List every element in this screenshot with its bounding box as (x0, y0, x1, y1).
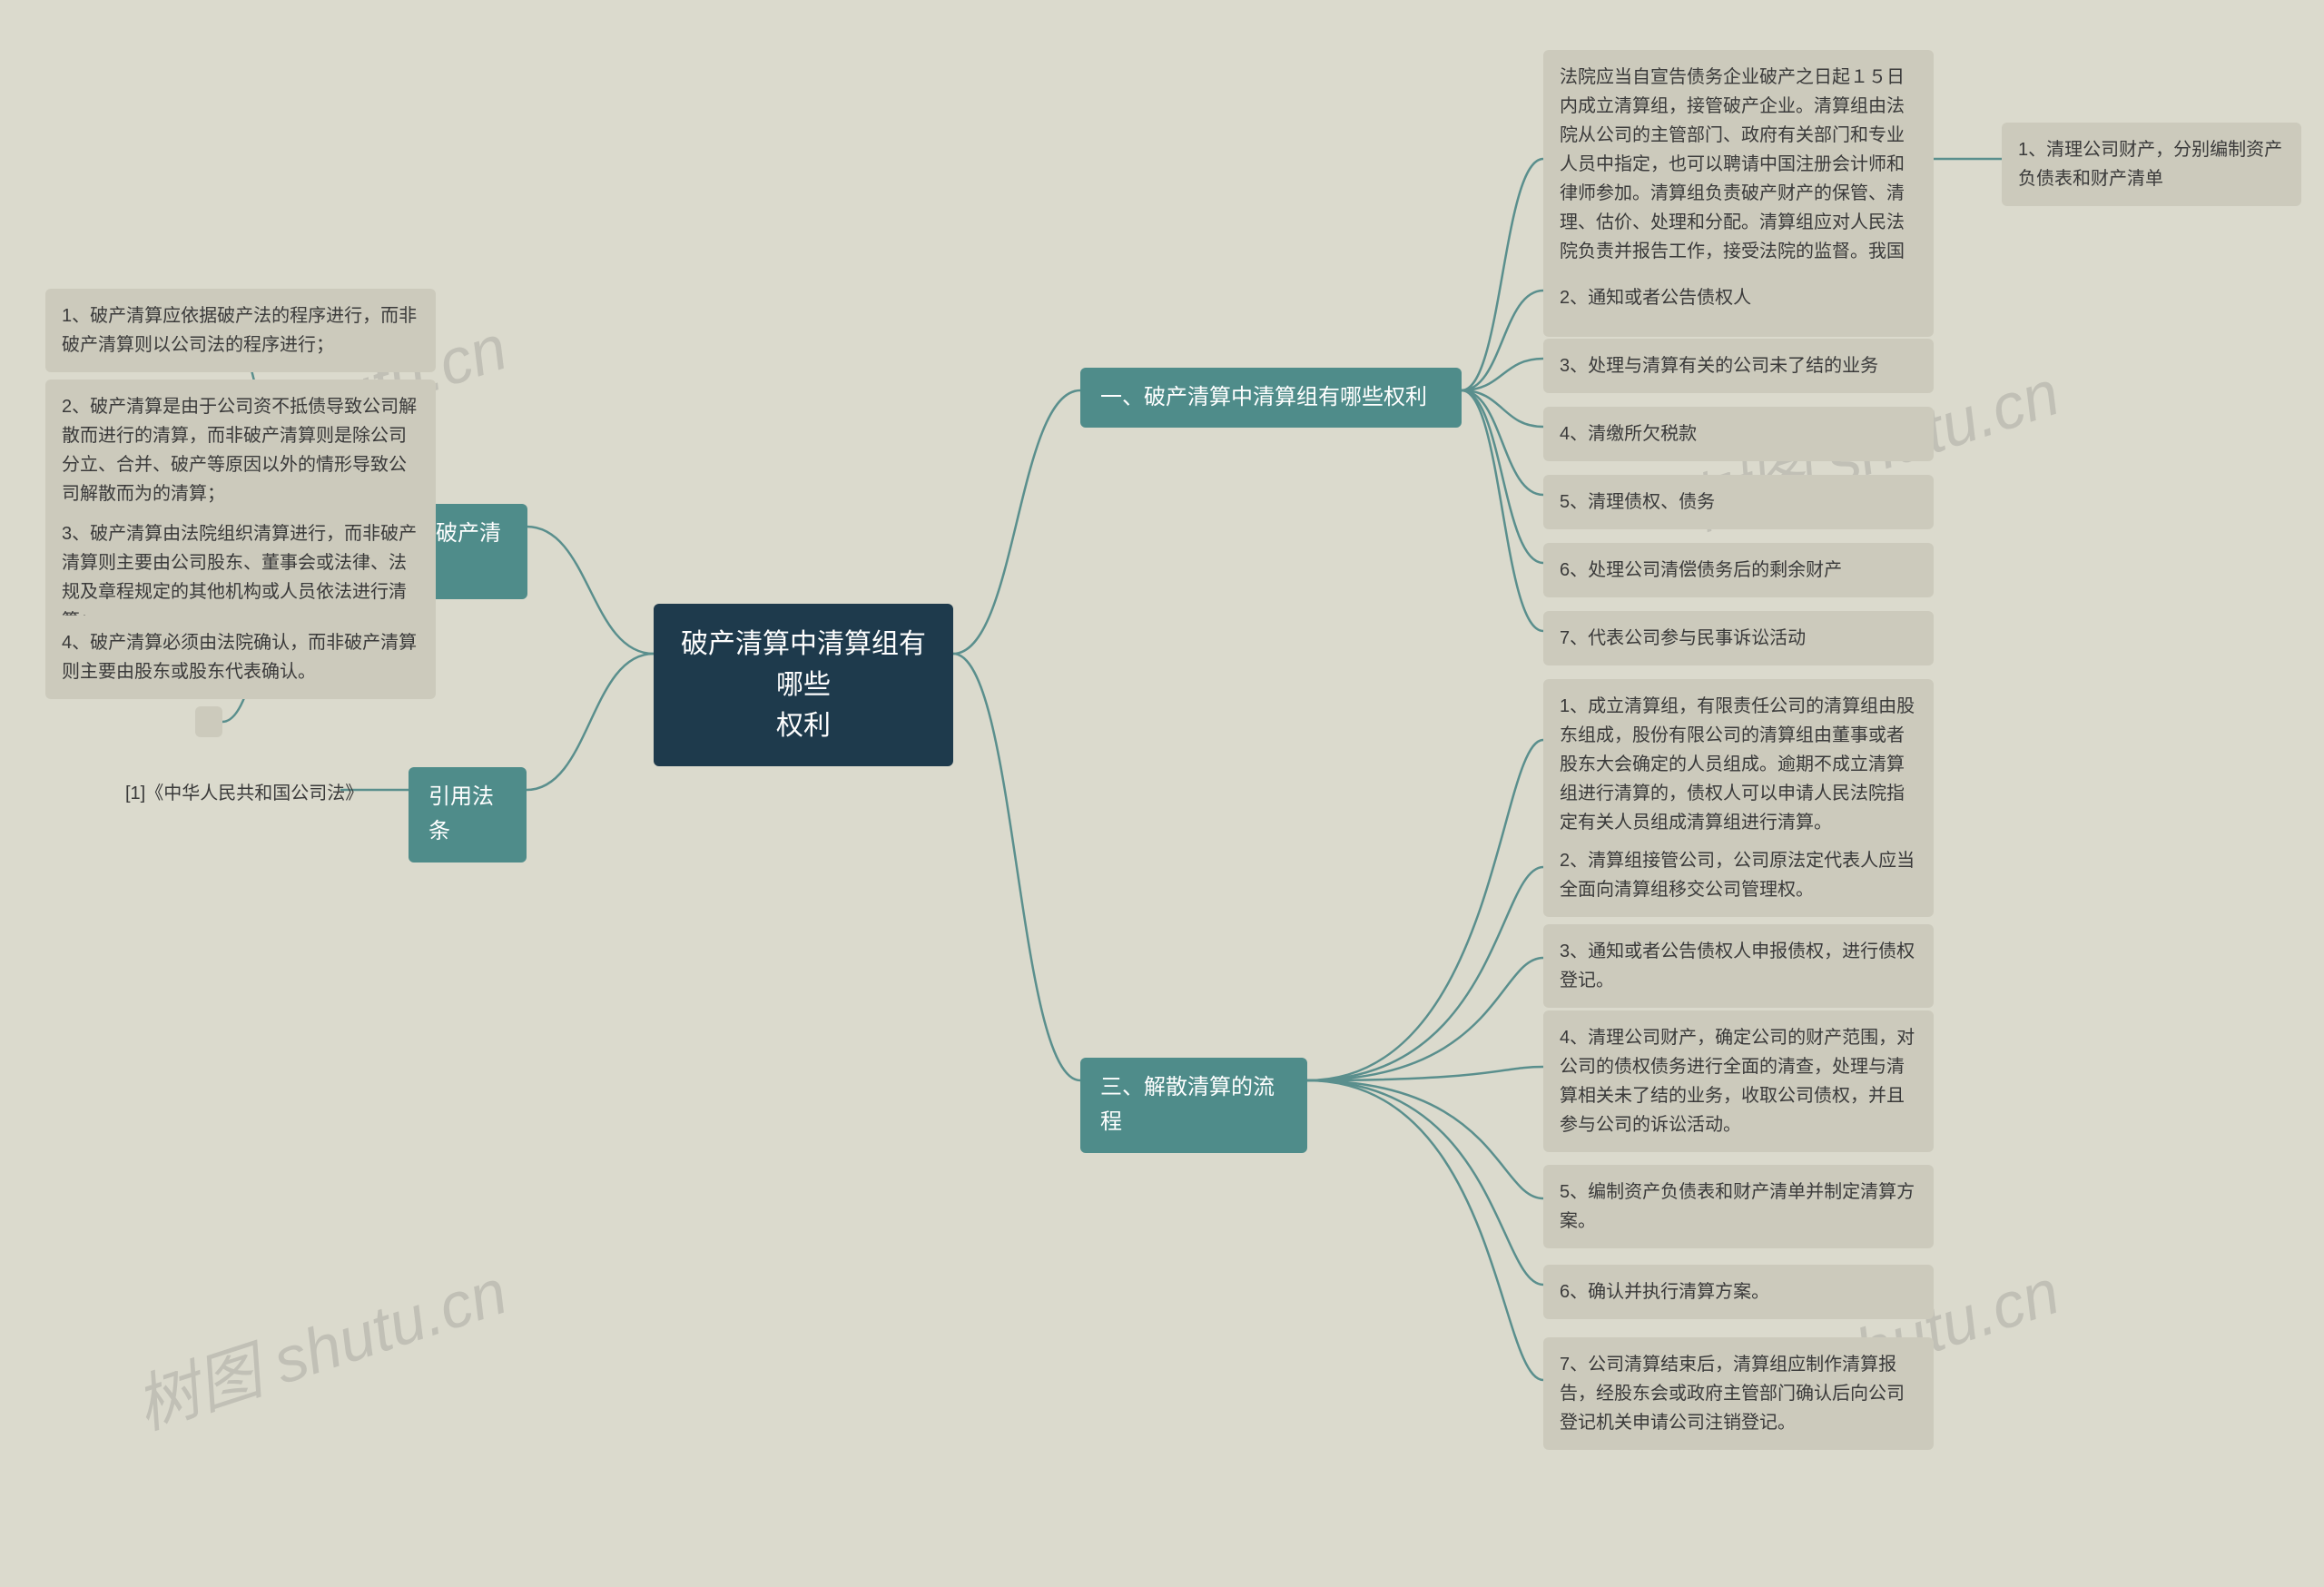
b3-leaf-3[interactable]: 4、清理公司财产，确定公司的财产范围，对公司的债权债务进行全面的清查，处理与清算… (1543, 1010, 1934, 1152)
branch-3-label: 三、解散清算的流程 (1100, 1075, 1275, 1134)
branch-3[interactable]: 三、解散清算的流程 (1080, 1058, 1307, 1153)
b3-leaf-3-text: 4、清理公司财产，确定公司的财产范围，对公司的债权债务进行全面的清查，处理与清算… (1560, 1028, 1915, 1135)
b1-leaf-2[interactable]: 3、处理与清算有关的公司未了结的业务 (1543, 339, 1934, 393)
b3-leaf-0[interactable]: 1、成立清算组，有限责任公司的清算组由股东组成，股份有限公司的清算组由董事或者股… (1543, 679, 1934, 850)
b1-leaf-3-text: 4、清缴所欠税款 (1560, 424, 1697, 444)
branch-cite[interactable]: 引用法条 (409, 767, 527, 862)
b3-leaf-4-text: 5、编制资产负债表和财产清单并制定清算方案。 (1560, 1182, 1915, 1231)
b2-leaf-0-text: 1、破产清算应依据破产法的程序进行，而非破产清算则以公司法的程序进行； (62, 306, 417, 355)
branch-1[interactable]: 一、破产清算中清算组有哪些权利 (1080, 368, 1462, 428)
b3-leaf-1-text: 2、清算组接管公司，公司原法定代表人应当全面向清算组移交公司管理权。 (1560, 851, 1915, 900)
root-title-line1: 破产清算中清算组有哪些 (681, 629, 926, 700)
b1-leaf-4[interactable]: 5、清理债权、债务 (1543, 475, 1934, 529)
root-node[interactable]: 破产清算中清算组有哪些 权利 (654, 604, 953, 766)
b3-leaf-5[interactable]: 6、确认并执行清算方案。 (1543, 1265, 1934, 1319)
b2-leaf-3[interactable]: 4、破产清算必须由法院确认，而非破产清算则主要由股东或股东代表确认。 (45, 616, 436, 699)
b1-leaf-6[interactable]: 7、代表公司参与民事诉讼活动 (1543, 611, 1934, 665)
b3-leaf-4[interactable]: 5、编制资产负债表和财产清单并制定清算方案。 (1543, 1165, 1934, 1248)
b3-leaf-1[interactable]: 2、清算组接管公司，公司原法定代表人应当全面向清算组移交公司管理权。 (1543, 833, 1934, 917)
b3-leaf-5-text: 6、确认并执行清算方案。 (1560, 1282, 1769, 1302)
b3-leaf-6[interactable]: 7、公司清算结束后，清算组应制作清算报告，经股东会或政府主管部门确认后向公司登记… (1543, 1337, 1934, 1450)
mindmap-canvas: 树图 shutu.cn 树图 shutu.cn 树图 shutu.cn 树图 s… (0, 0, 2324, 1587)
watermark: 树图 shutu.cn (123, 1241, 517, 1447)
b1-leaf-5-text: 6、处理公司清偿债务后的剩余财产 (1560, 560, 1842, 580)
b3-leaf-2-text: 3、通知或者公告债权人申报债权，进行债权登记。 (1560, 941, 1915, 991)
root-title-line2: 权利 (776, 711, 831, 741)
b1-leaf-1-text: 2、通知或者公告债权人 (1560, 288, 1751, 308)
branch-1-label: 一、破产清算中清算组有哪些权利 (1100, 385, 1427, 409)
b1-leaf-1[interactable]: 2、通知或者公告债权人 (1543, 271, 1934, 325)
cite-leaf-0[interactable]: [1]《中华人民共和国公司法》 (118, 770, 372, 817)
b2-leaf-1-text: 2、破产清算是由于公司资不抵债导致公司解散而进行的清算，而非破产清算则是除公司分… (62, 397, 417, 504)
b1-leaf-5[interactable]: 6、处理公司清偿债务后的剩余财产 (1543, 543, 1934, 597)
b2-leaf-3-text: 4、破产清算必须由法院确认，而非破产清算则主要由股东或股东代表确认。 (62, 633, 417, 682)
b3-leaf-6-text: 7、公司清算结束后，清算组应制作清算报告，经股东会或政府主管部门确认后向公司登记… (1560, 1355, 1905, 1433)
b1-leaf-2-text: 3、处理与清算有关的公司未了结的业务 (1560, 356, 1878, 376)
b1-leaf-6-text: 7、代表公司参与民事诉讼活动 (1560, 628, 1806, 648)
b2-leaf-0[interactable]: 1、破产清算应依据破产法的程序进行，而非破产清算则以公司法的程序进行； (45, 289, 436, 372)
b1-leaf-3[interactable]: 4、清缴所欠税款 (1543, 407, 1934, 461)
b3-leaf-2[interactable]: 3、通知或者公告债权人申报债权，进行债权登记。 (1543, 924, 1934, 1008)
b3-leaf-0-text: 1、成立清算组，有限责任公司的清算组由股东组成，股份有限公司的清算组由董事或者股… (1560, 696, 1915, 833)
cite-leaf-0-text: [1]《中华人民共和国公司法》 (125, 784, 363, 803)
b1-grand[interactable]: 1、清理公司财产，分别编制资产负债表和财产清单 (2002, 123, 2301, 206)
b1-leaf-4-text: 5、清理债权、债务 (1560, 492, 1715, 512)
b1-grand-text: 1、清理公司财产，分别编制资产负债表和财产清单 (2018, 140, 2282, 189)
branch-cite-label: 引用法条 (428, 784, 494, 843)
b2-leaf-4-empty[interactable] (195, 706, 222, 737)
b2-leaf-1[interactable]: 2、破产清算是由于公司资不抵债导致公司解散而进行的清算，而非破产清算则是除公司分… (45, 380, 436, 521)
